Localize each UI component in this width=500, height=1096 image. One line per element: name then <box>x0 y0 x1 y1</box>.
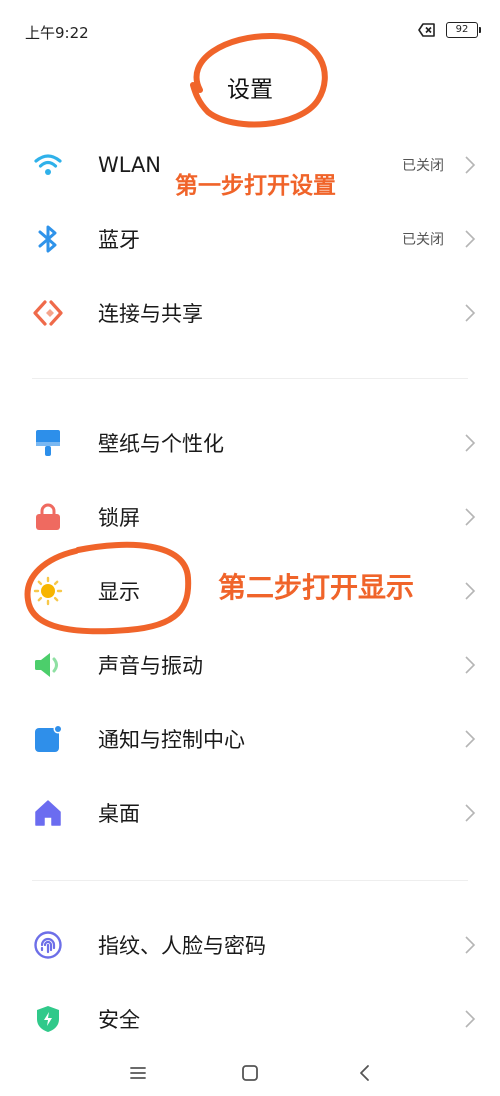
settings-item-bluetooth[interactable]: 蓝牙 已关闭 <box>0 202 500 276</box>
settings-item-label: 安全 <box>98 1008 140 1032</box>
speaker-icon <box>32 649 64 681</box>
lock-icon <box>32 501 64 533</box>
status-time: 上午9:22 <box>25 24 89 42</box>
title-highlight-circle <box>190 32 328 128</box>
home-icon <box>32 797 64 829</box>
chevron-right-icon <box>465 730 476 748</box>
home-square-icon <box>242 1065 258 1081</box>
settings-item-value: 已关闭 <box>402 232 444 248</box>
paintbrush-icon <box>32 427 64 459</box>
settings-item-connection-sharing[interactable]: 连接与共享 <box>0 276 500 350</box>
battery-level: 92 <box>455 24 469 35</box>
chevron-right-icon <box>465 582 476 600</box>
settings-item-fingerprint[interactable]: 指纹、人脸与密码 <box>0 908 500 982</box>
chevron-right-icon <box>465 508 476 526</box>
settings-item-label: 锁屏 <box>98 506 140 530</box>
home-button[interactable] <box>235 1058 265 1088</box>
settings-item-desktop[interactable]: 桌面 <box>0 776 500 850</box>
annotation-step-1: 第一步打开设置 <box>175 173 336 199</box>
section-divider <box>32 378 468 379</box>
annotation-step-2: 第二步打开显示 <box>218 571 415 604</box>
chevron-right-icon <box>465 230 476 248</box>
chevron-right-icon <box>465 156 476 174</box>
settings-item-label: 连接与共享 <box>98 302 203 326</box>
settings-item-notifications[interactable]: 通知与控制中心 <box>0 702 500 776</box>
display-highlight-circle <box>24 541 192 635</box>
section-divider <box>32 880 468 881</box>
settings-item-security[interactable]: 安全 <box>0 982 500 1056</box>
settings-item-label: 壁纸与个性化 <box>98 432 224 456</box>
chevron-right-icon <box>465 936 476 954</box>
fingerprint-icon <box>32 929 64 961</box>
settings-item-label: 声音与振动 <box>98 654 203 678</box>
settings-item-label: WLAN <box>98 153 162 177</box>
settings-item-sound[interactable]: 声音与振动 <box>0 628 500 702</box>
back-button[interactable] <box>350 1058 380 1088</box>
settings-item-wallpaper[interactable]: 壁纸与个性化 <box>0 406 500 480</box>
sim-off-icon <box>418 23 435 37</box>
settings-item-value: 已关闭 <box>402 158 444 174</box>
wifi-icon <box>32 149 64 181</box>
settings-item-label: 指纹、人脸与密码 <box>98 934 266 958</box>
menu-icon <box>130 1067 146 1079</box>
chevron-right-icon <box>465 804 476 822</box>
status-icons: 92 <box>418 22 481 38</box>
chevron-right-icon <box>465 304 476 322</box>
settings-item-label: 通知与控制中心 <box>98 728 245 752</box>
menu-button[interactable] <box>123 1058 153 1088</box>
chevron-right-icon <box>465 434 476 452</box>
battery-icon: 92 <box>446 22 481 38</box>
bluetooth-icon <box>32 223 64 255</box>
back-icon <box>360 1065 369 1081</box>
share-icon <box>32 297 64 329</box>
settings-item-label: 桌面 <box>98 802 140 826</box>
chevron-right-icon <box>465 1010 476 1028</box>
notification-icon <box>32 723 64 755</box>
navigation-bar <box>0 1048 500 1096</box>
shield-icon <box>32 1003 64 1035</box>
settings-item-label: 蓝牙 <box>98 228 140 252</box>
chevron-right-icon <box>465 656 476 674</box>
